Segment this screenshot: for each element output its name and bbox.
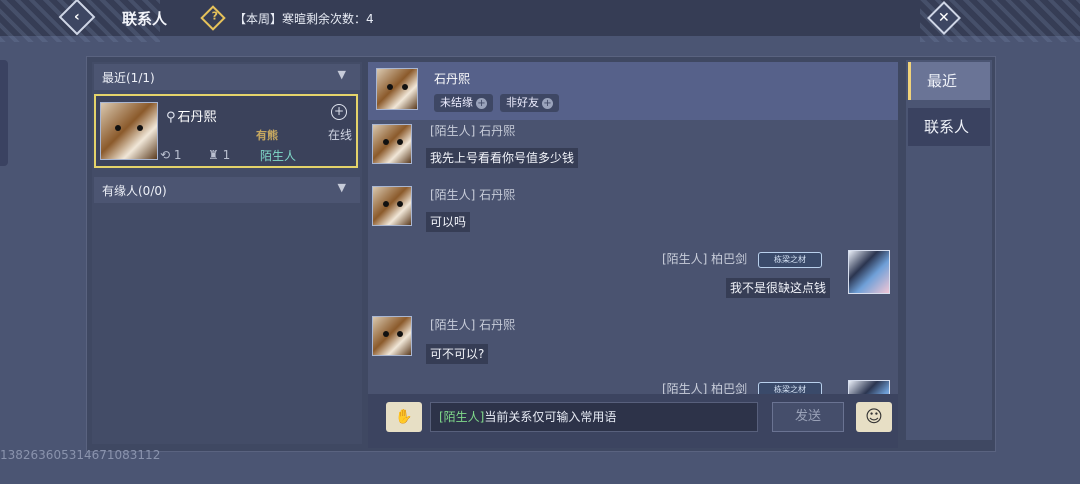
back-arrow-icon: ‹ bbox=[74, 9, 80, 25]
message-avatar bbox=[372, 186, 412, 226]
online-status: 在线 bbox=[328, 128, 353, 142]
tab-recent[interactable]: 最近 bbox=[908, 62, 990, 100]
message-sender: [陌生人] 柏巴剑 bbox=[662, 252, 748, 266]
close-button[interactable]: ✕ bbox=[927, 1, 961, 35]
page-title: 联系人 bbox=[122, 10, 168, 28]
id-watermark: 1382636053146710831​12 bbox=[0, 448, 161, 462]
group-recent-header[interactable]: 最近(1/1) ▼ bbox=[94, 64, 360, 90]
chat-partner-name: 石丹熙 bbox=[434, 72, 471, 86]
stat-one: ⟲ 1 bbox=[160, 148, 182, 162]
smiley-icon: ☺ bbox=[865, 407, 883, 427]
plus-icon: + bbox=[476, 98, 487, 109]
add-friend-icon[interactable]: + bbox=[331, 104, 347, 120]
message-avatar bbox=[372, 124, 412, 164]
send-button[interactable]: 发送 bbox=[772, 402, 844, 432]
input-placeholder: 当前关系仅可输入常用语 bbox=[484, 410, 617, 424]
bond-status-pill[interactable]: 未结缘 + bbox=[434, 94, 493, 112]
chevron-down-icon: ▼ bbox=[337, 68, 346, 81]
search-icon: ⚲ bbox=[166, 110, 176, 125]
contact-card[interactable]: ⚲ 石丹熙 + 在线 有熊 ⟲ 1 ♜ 1 陌生人 bbox=[94, 94, 358, 168]
input-prefix: [陌生人] bbox=[439, 410, 485, 424]
group-friends-header[interactable]: 有缘人(0/0) ▼ bbox=[94, 177, 360, 203]
relation-label: 陌生人 bbox=[260, 149, 297, 163]
message-sender: [陌生人] 石丹熙 bbox=[430, 318, 516, 332]
contact-name: ⚲ 石丹熙 bbox=[166, 110, 217, 125]
message-input[interactable]: [陌生人]当前关系仅可输入常用语 bbox=[430, 402, 758, 432]
contact-avatar bbox=[100, 102, 158, 160]
stat-two: ♜ 1 bbox=[208, 148, 231, 162]
hand-icon: ✋ bbox=[395, 409, 413, 425]
chat-header: 石丹熙 未结缘 + 非好友 + bbox=[368, 62, 898, 120]
group-friends-label: 有缘人(0/0) bbox=[102, 183, 167, 198]
side-handle[interactable] bbox=[0, 60, 8, 166]
close-icon: ✕ bbox=[938, 9, 950, 26]
message-sender: [陌生人] 石丹熙 bbox=[430, 124, 516, 138]
group-recent-label: 最近(1/1) bbox=[102, 70, 155, 85]
back-button[interactable]: ‹ bbox=[58, 0, 96, 36]
message-text: 我不是很缺这点钱 bbox=[726, 278, 831, 298]
friend-status-pill[interactable]: 非好友 + bbox=[500, 94, 559, 112]
voice-button[interactable]: ✋ bbox=[386, 402, 422, 432]
message-text: 可以吗 bbox=[426, 212, 471, 232]
message-text: 我先上号看看你号值多少钱 bbox=[426, 148, 579, 168]
rank-badge: 栋梁之材 bbox=[758, 252, 822, 268]
message-avatar bbox=[372, 316, 412, 356]
my-avatar bbox=[848, 250, 890, 294]
chat-partner-avatar bbox=[376, 68, 418, 110]
weekly-greeting-count: 【本周】寒暄剩余次数：4 bbox=[234, 12, 374, 26]
contact-tag: 有熊 bbox=[256, 129, 278, 142]
tab-contacts[interactable]: 联系人 bbox=[908, 108, 990, 146]
plus-icon: + bbox=[542, 98, 553, 109]
emoji-button[interactable]: ☺ bbox=[856, 402, 892, 432]
chevron-down-icon: ▼ bbox=[337, 181, 346, 194]
message-text: 可不可以? bbox=[426, 344, 489, 364]
message-sender: [陌生人] 石丹熙 bbox=[430, 188, 516, 202]
